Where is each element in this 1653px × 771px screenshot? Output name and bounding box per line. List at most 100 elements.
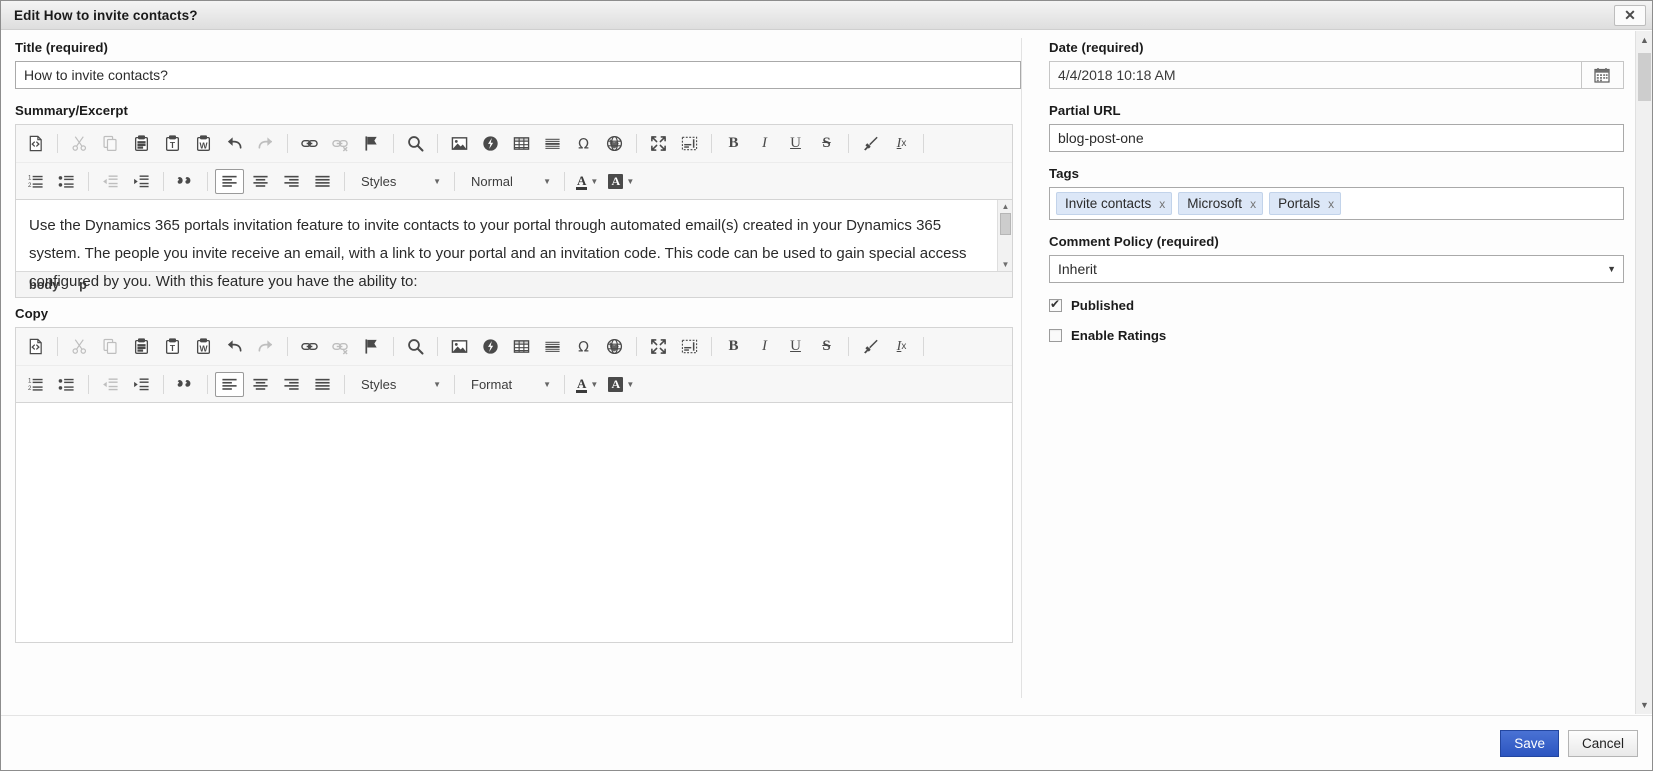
block-quote-icon[interactable]	[171, 169, 200, 194]
bold-icon[interactable]: B	[719, 334, 748, 359]
paste-as-text-icon[interactable]: T	[158, 131, 187, 156]
chevron-down-icon: ▼	[590, 379, 599, 389]
remove-format-icon[interactable]: Ix	[887, 131, 916, 156]
numbered-list-icon[interactable]: 12	[21, 372, 50, 397]
copy-icon	[96, 334, 125, 359]
align-left-icon[interactable]	[215, 371, 244, 397]
remove-format-icon[interactable]: Ix	[887, 334, 916, 359]
special-character-icon[interactable]: Ω	[569, 131, 598, 156]
scroll-down-icon[interactable]: ▼	[1001, 260, 1010, 269]
align-center-icon[interactable]	[246, 169, 275, 194]
strikethrough-icon[interactable]: S	[812, 334, 841, 359]
justify-icon[interactable]	[308, 372, 337, 397]
summary-editor-canvas[interactable]: Use the Dynamics 365 portals invitation …	[16, 199, 1012, 290]
copy-formatting-icon[interactable]	[856, 131, 885, 156]
dialog-scroll-up-icon[interactable]: ▲	[1636, 31, 1652, 49]
svg-text:Ω: Ω	[578, 340, 589, 355]
paste-icon[interactable]	[127, 334, 156, 359]
undo-icon[interactable]	[220, 131, 249, 156]
summary-editor-scrollbar[interactable]: ▲ ▼	[997, 200, 1012, 271]
calendar-icon[interactable]	[1580, 61, 1624, 89]
tag-chip[interactable]: Invite contacts x	[1056, 192, 1173, 215]
date-input[interactable]	[1049, 61, 1581, 89]
find-icon[interactable]	[401, 131, 430, 156]
italic-icon[interactable]: I	[750, 334, 779, 359]
align-left-icon[interactable]	[215, 168, 244, 194]
cancel-button[interactable]: Cancel	[1567, 729, 1638, 757]
link-icon[interactable]	[295, 131, 324, 156]
chevron-down-icon: ▼	[626, 379, 635, 389]
image-icon[interactable]	[445, 334, 474, 359]
anchor-flag-icon[interactable]	[357, 334, 386, 359]
tags-input[interactable]: Invite contacts x Microsoft x Portals x	[1049, 187, 1624, 220]
paste-from-word-icon[interactable]: W	[189, 334, 218, 359]
maximize-icon[interactable]	[644, 131, 673, 156]
increase-indent-icon[interactable]	[127, 169, 156, 194]
source-icon[interactable]	[21, 334, 50, 359]
text-color-button[interactable]: A ▼	[572, 372, 602, 397]
flash-icon[interactable]	[476, 334, 505, 359]
find-icon[interactable]	[401, 334, 430, 359]
background-color-button[interactable]: A ▼	[604, 169, 638, 194]
align-center-icon[interactable]	[246, 372, 275, 397]
underline-icon[interactable]: U	[781, 334, 810, 359]
scroll-up-icon[interactable]: ▲	[1001, 202, 1010, 211]
source-icon[interactable]	[21, 131, 50, 156]
numbered-list-icon[interactable]: 12	[21, 169, 50, 194]
background-color-button[interactable]: A ▼	[604, 372, 638, 397]
tag-chip[interactable]: Microsoft x	[1178, 192, 1264, 215]
horizontal-rule-icon[interactable]	[538, 334, 567, 359]
link-icon[interactable]	[295, 334, 324, 359]
comment-policy-select[interactable]: Inherit ▼	[1049, 255, 1624, 283]
tag-remove-icon[interactable]: x	[1159, 197, 1165, 211]
title-input[interactable]	[15, 61, 1021, 89]
table-icon[interactable]	[507, 131, 536, 156]
text-color-button[interactable]: A ▼	[572, 169, 602, 194]
tag-remove-icon[interactable]: x	[1250, 197, 1256, 211]
table-icon[interactable]	[507, 334, 536, 359]
format-combo[interactable]: Normal ▼	[463, 169, 556, 194]
paste-icon[interactable]	[127, 131, 156, 156]
align-right-icon[interactable]	[277, 169, 306, 194]
bulleted-list-icon[interactable]	[52, 372, 81, 397]
partial-url-input[interactable]	[1049, 124, 1624, 152]
bold-icon[interactable]: B	[719, 131, 748, 156]
dialog-scroll-thumb[interactable]	[1638, 53, 1651, 101]
underline-icon[interactable]: U	[781, 131, 810, 156]
copy-formatting-icon[interactable]	[856, 334, 885, 359]
dialog-scroll-down-icon[interactable]: ▼	[1636, 696, 1652, 714]
published-checkbox[interactable]	[1049, 297, 1062, 312]
flash-icon[interactable]	[476, 131, 505, 156]
paste-from-word-icon[interactable]: W	[189, 131, 218, 156]
block-quote-icon[interactable]	[171, 372, 200, 397]
anchor-flag-icon[interactable]	[357, 131, 386, 156]
iframe-icon[interactable]	[600, 131, 629, 156]
show-blocks-icon[interactable]	[675, 131, 704, 156]
format-combo[interactable]: Format ▼	[463, 372, 556, 397]
styles-combo[interactable]: Styles ▼	[353, 169, 446, 194]
show-blocks-icon[interactable]	[675, 334, 704, 359]
iframe-icon[interactable]	[600, 334, 629, 359]
align-right-icon[interactable]	[277, 372, 306, 397]
special-character-icon[interactable]: Ω	[569, 334, 598, 359]
justify-icon[interactable]	[308, 169, 337, 194]
paste-as-text-icon[interactable]: T	[158, 334, 187, 359]
horizontal-rule-icon[interactable]	[538, 131, 567, 156]
strikethrough-icon[interactable]: S	[812, 131, 841, 156]
styles-combo[interactable]: Styles ▼	[353, 372, 446, 397]
tag-chip[interactable]: Portals x	[1269, 192, 1342, 215]
close-icon[interactable]: ✕	[1614, 4, 1646, 26]
svg-text:1: 1	[28, 377, 32, 384]
tag-remove-icon[interactable]: x	[1328, 197, 1334, 211]
undo-icon[interactable]	[220, 334, 249, 359]
bulleted-list-icon[interactable]	[52, 169, 81, 194]
italic-icon[interactable]: I	[750, 131, 779, 156]
increase-indent-icon[interactable]	[127, 372, 156, 397]
dialog-scrollbar[interactable]: ▲ ▼	[1635, 31, 1652, 714]
save-button[interactable]: Save	[1500, 729, 1559, 757]
copy-editor-canvas[interactable]	[16, 402, 1012, 642]
enable-ratings-checkbox[interactable]	[1049, 329, 1062, 342]
maximize-icon[interactable]	[644, 334, 673, 359]
scroll-thumb[interactable]	[1000, 213, 1011, 235]
image-icon[interactable]	[445, 131, 474, 156]
